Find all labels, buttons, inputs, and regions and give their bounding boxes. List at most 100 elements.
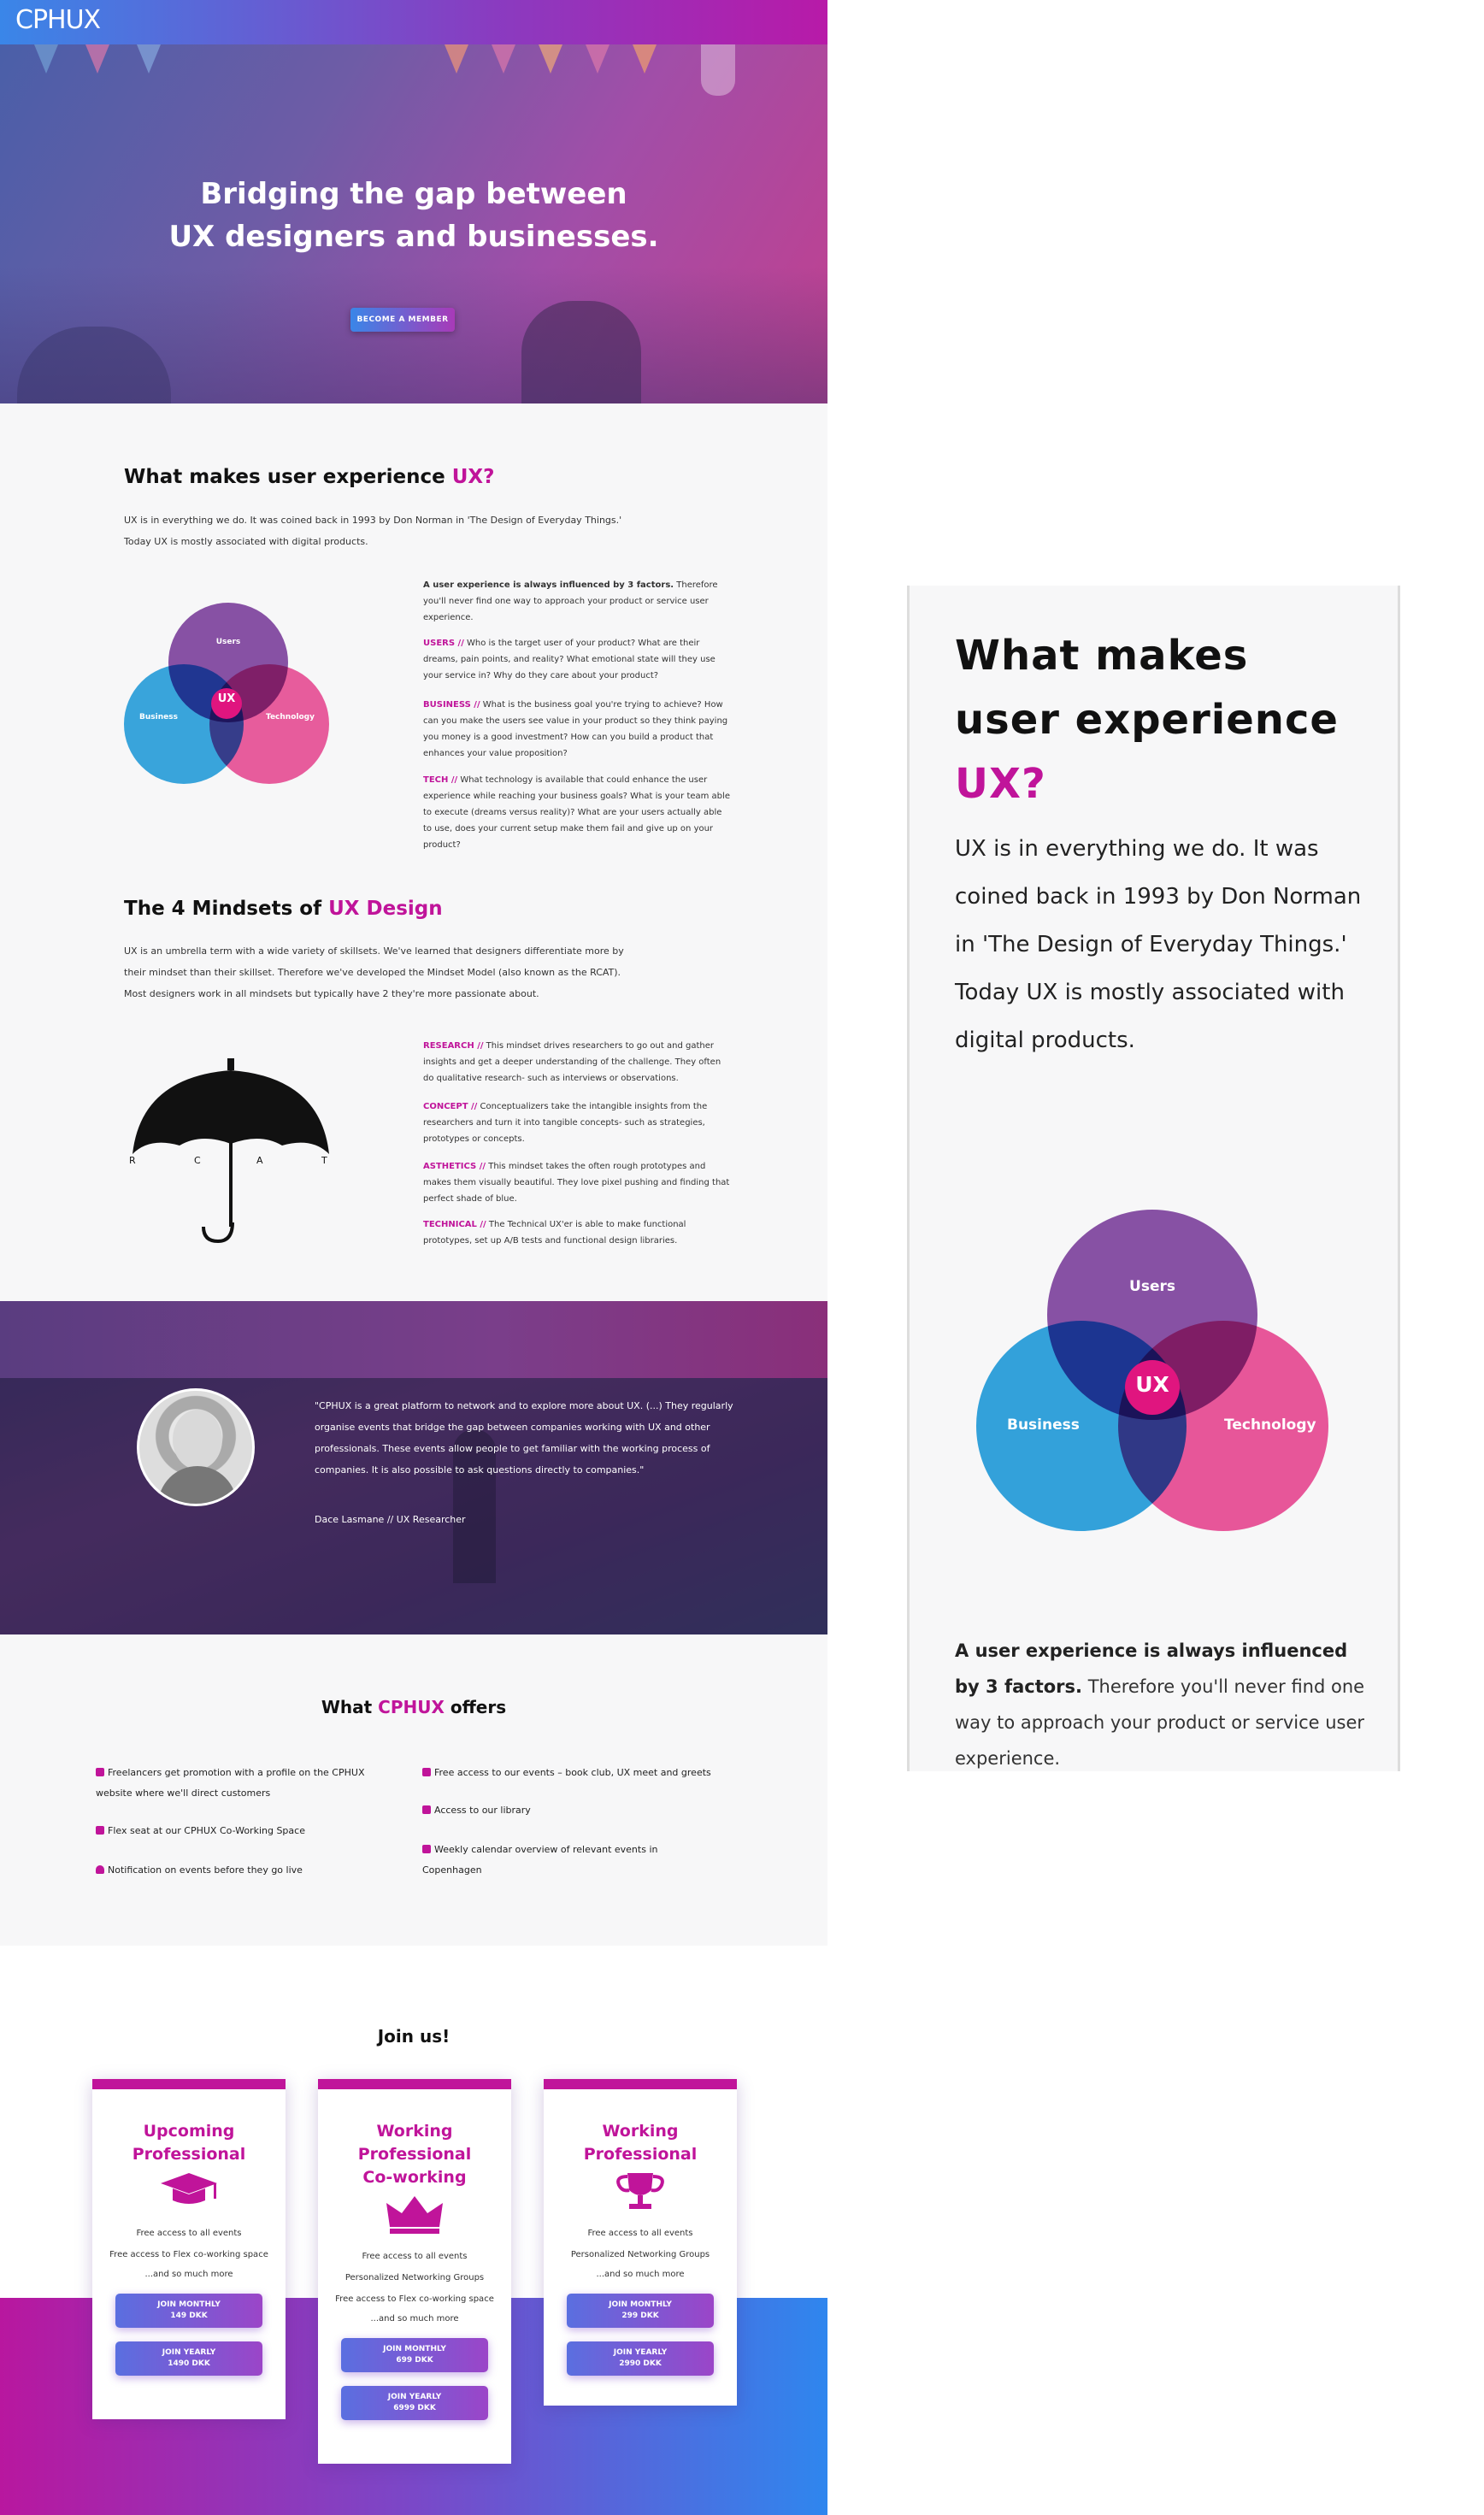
business-label: BUSINESS //: [423, 700, 480, 710]
calendar-icon: [422, 1845, 431, 1853]
card-title: Working Professional Co-working: [357, 2122, 472, 2187]
offer-item: Access to our library: [422, 1800, 747, 1821]
hero-title-line-2: UX designers and businesses.: [168, 220, 659, 254]
offer-item: Notification on events before they go li…: [96, 1860, 403, 1881]
zoom-intro-line: UX is in everything we do. It was coined…: [955, 836, 1362, 957]
hero-section: Bridging the gap between UX designers an…: [0, 44, 827, 403]
technical-label: TECHNICAL //: [423, 1220, 486, 1229]
concept-label: CONCEPT //: [423, 1102, 478, 1111]
ux-intro-line: UX is in everything we do. It was coined…: [124, 515, 622, 526]
concept-mindset: CONCEPT // Conceptualizers take the inta…: [423, 1098, 731, 1147]
bell-icon: [96, 1865, 104, 1874]
button-label: JOIN MONTHLY: [157, 2300, 221, 2309]
factors-lead: A user experience is always influenced b…: [423, 580, 674, 590]
become-member-button[interactable]: BECOME A MEMBER: [350, 308, 455, 332]
zoom-ux-intro: UX is in everything we do. It was coined…: [955, 825, 1365, 1064]
venn-technology-label: Technology: [266, 713, 315, 722]
join-yearly-button[interactable]: JOIN YEARLY 6999 DKK: [341, 2386, 488, 2420]
umbrella-letter-a: A: [256, 1155, 263, 1166]
umbrella-icon: R C A T: [129, 1058, 329, 1244]
ux-section-title: What makes user experience UX?: [124, 466, 494, 488]
join-title: Join us!: [377, 2026, 450, 2047]
ux-intro: UX is in everything we do. It was coined…: [124, 509, 722, 552]
testimonial-author: Dace Lasmane // UX Researcher: [315, 1514, 466, 1525]
card-accent-bar: [92, 2079, 286, 2089]
offer-item: Flex seat at our CPHUX Co-Working Space: [96, 1821, 403, 1841]
zoom-venn-diagram: UX Users Business Technology: [976, 1210, 1328, 1531]
testimonial-section: "CPHUX is a great platform to network an…: [0, 1301, 827, 1634]
offer-item: Free access to our events – book club, U…: [422, 1763, 747, 1783]
mindsets-intro-line: Most designers work in all mindsets but …: [124, 988, 539, 999]
venn-users-label: Users: [215, 638, 241, 646]
card-feature: Free access to all events: [587, 2229, 693, 2238]
asthetics-mindset: ASTHETICS // This mindset takes the ofte…: [423, 1158, 731, 1207]
card-feature: Free access to all events: [362, 2252, 468, 2261]
card-accent-bar: [318, 2079, 511, 2089]
zoom-factors-intro: A user experience is always influenced b…: [955, 1633, 1365, 1771]
hero-gradient-overlay: [0, 267, 827, 403]
users-label: USERS //: [423, 639, 464, 648]
testimonial-quote: "CPHUX is a great platform to network an…: [315, 1400, 733, 1475]
card-title: Upcoming Professional: [132, 2122, 246, 2164]
offers-title: What CPHUX offers: [0, 1697, 827, 1717]
hero-title-line-1: Bridging the gap between: [200, 177, 627, 211]
research-label: RESEARCH //: [423, 1041, 484, 1051]
join-monthly-button[interactable]: JOIN MONTHLY 699 DKK: [341, 2338, 488, 2372]
venn-technology-label: Technology: [1224, 1417, 1316, 1434]
zoom-intro-line: Today UX is mostly associated with digit…: [955, 980, 1345, 1053]
mindsets-intro-line: their mindset than their skillset. There…: [124, 967, 621, 978]
join-monthly-button[interactable]: JOIN MONTHLY 299 DKK: [567, 2294, 714, 2328]
venn-business-label: Business: [1007, 1417, 1080, 1434]
button-label: JOIN MONTHLY: [383, 2345, 446, 2353]
pennant-decoration: [633, 44, 657, 74]
zoom-ux-title: What makes user experience UX?: [955, 624, 1365, 816]
card-title: Working Professional: [583, 2122, 698, 2164]
tech-factor: TECH // What technology is available tha…: [423, 772, 731, 853]
membership-card-upcoming: Upcoming Professional Free access to all…: [92, 2079, 286, 2419]
pennant-decoration: [137, 44, 161, 74]
check-icon: [96, 1826, 104, 1835]
card-feature: ...and so much more: [596, 2270, 685, 2279]
card-feature: Free access to Flex co-working space: [335, 2294, 494, 2304]
offer-item: Weekly calendar overview of relevant eve…: [422, 1840, 679, 1881]
lamp-shape: [701, 44, 735, 96]
offer-text: Weekly calendar overview of relevant eve…: [422, 1844, 658, 1876]
asthetics-label: ASTHETICS //: [423, 1162, 486, 1171]
technology-circle: [209, 664, 329, 784]
pennant-decoration: [85, 44, 109, 74]
card-feature: Personalized Networking Groups: [344, 2273, 485, 2282]
join-yearly-button[interactable]: JOIN YEARLY 2990 DKK: [567, 2341, 714, 2376]
button-price: 1490 DKK: [168, 2359, 210, 2368]
button-price: 699 DKK: [396, 2356, 433, 2365]
cphux-logo[interactable]: CPHUX: [15, 5, 101, 35]
join-yearly-button[interactable]: JOIN YEARLY 1490 DKK: [115, 2341, 262, 2376]
mindsets-title: The 4 Mindsets of UX Design: [124, 898, 443, 920]
join-monthly-button[interactable]: JOIN MONTHLY 149 DKK: [115, 2294, 262, 2328]
offers-title-accent: CPHUX: [378, 1697, 445, 1717]
offer-text: Flex seat at our CPHUX Co-Working Space: [108, 1825, 305, 1836]
button-price: 6999 DKK: [393, 2404, 436, 2412]
users-text: Who is the target user of your product? …: [423, 639, 716, 680]
avatar-shoulders: [158, 1466, 237, 1504]
mindsets-intro: UX is an umbrella term with a wide varie…: [124, 940, 739, 1004]
offers-title-text: What: [321, 1697, 379, 1717]
button-price: 149 DKK: [170, 2312, 208, 2320]
avatar-face: [173, 1410, 222, 1470]
venn-center-label: UX: [1135, 1372, 1169, 1397]
id-card-icon: [96, 1768, 104, 1776]
landing-page: CPHUX Bridging the gap between UX design…: [0, 0, 827, 2515]
offers-title-end: offers: [444, 1697, 507, 1717]
membership-card-professional: Working Professional Free access to all …: [544, 2079, 737, 2406]
check-icon: [422, 1768, 431, 1776]
zoomed-detail-panel: What makes user experience UX? UX is in …: [907, 586, 1400, 1771]
pennant-decoration: [586, 44, 610, 74]
top-nav-bar: CPHUX: [0, 0, 827, 44]
ux-title-text: What makes user experience: [124, 466, 452, 488]
crown-icon: [386, 2196, 443, 2234]
card-feature: Free access to Flex co-working space: [109, 2250, 268, 2259]
card-accent-bar: [544, 2079, 737, 2089]
offer-text: Free access to our events – book club, U…: [434, 1767, 711, 1778]
venn-diagram: UX Users Business Technology: [124, 598, 329, 786]
venn-business-label: Business: [139, 713, 178, 722]
card-feature: Free access to all events: [136, 2229, 242, 2238]
